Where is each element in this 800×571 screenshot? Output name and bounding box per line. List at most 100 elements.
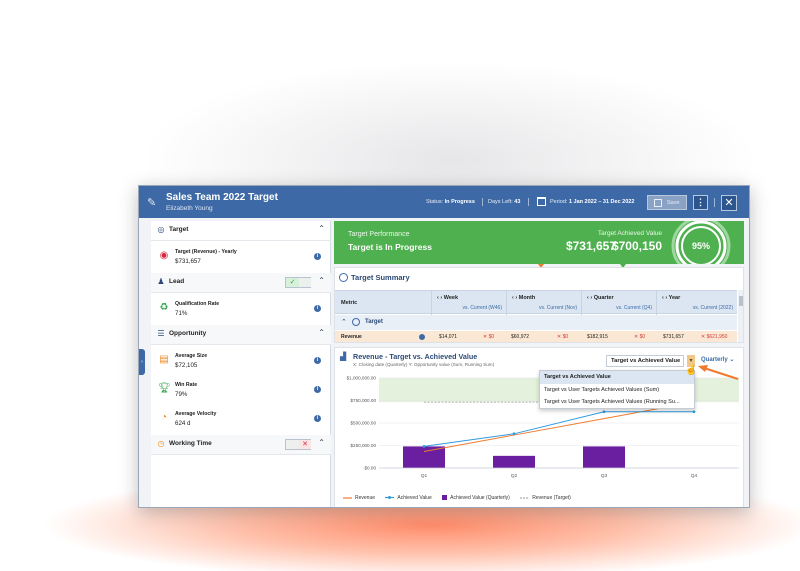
info-icon[interactable]: i <box>314 357 321 364</box>
calendar-icon <box>537 197 546 206</box>
metrics-sidebar: ◎ Target ⌃ ◉ Target (Revenue) - Yearly $… <box>151 221 331 507</box>
sidebar-item-average-velocity[interactable]: ◔ Average Velocity 624 d i <box>151 405 331 433</box>
x-tick-label: Q2 <box>511 473 518 479</box>
chevron-up-icon[interactable]: ⌃ <box>318 276 325 285</box>
average-size-icon: ▤ <box>159 354 169 365</box>
save-button[interactable]: Save <box>647 195 687 210</box>
summary-group-row[interactable]: ⌃ Target <box>335 315 737 330</box>
arrows-icon: ‹ › <box>662 295 669 301</box>
sidebar-collapse-tab[interactable]: › <box>139 349 145 375</box>
section-opportunity[interactable]: ☰ Opportunity ⌃ <box>151 325 331 345</box>
qualification-icon: ♻ <box>159 302 169 313</box>
target-summary-icon <box>339 273 348 282</box>
column-month[interactable]: ‹ › Month vs. Current (Nov) <box>506 291 581 315</box>
column-year[interactable]: ‹ › Year vs. Current (2022) <box>656 291 737 315</box>
section-lead[interactable]: ♟ Lead ✓ ⌃ <box>151 273 331 293</box>
period-meta: Period: 1 Jan 2022 – 31 Dec 2022 <box>550 199 635 205</box>
status-value: In Progress <box>444 199 475 205</box>
info-icon[interactable]: i <box>314 386 321 393</box>
summary-title: Target Summary <box>351 273 410 282</box>
callout-arrow <box>698 365 739 381</box>
info-icon[interactable]: i <box>314 415 321 422</box>
chart-view-select[interactable]: Target vs Achieved Value <box>606 355 684 367</box>
lead-toggle[interactable]: ✓ <box>285 277 311 288</box>
legend-achieved-value: Achieved Value <box>385 495 432 501</box>
section-target[interactable]: ◎ Target ⌃ <box>151 221 331 241</box>
working-time-toggle[interactable]: ✕ <box>285 439 311 450</box>
cross-icon: ✕ <box>299 440 311 449</box>
period-value: 1 Jan 2022 – 31 Dec 2022 <box>568 199 635 205</box>
chevron-up-icon[interactable]: ⌃ <box>318 328 325 337</box>
legend-achieved-quarterly: Achieved Value (Quarterly) <box>442 495 510 501</box>
arrows-icon: ‹ › <box>512 295 519 301</box>
revenue-chart-panel: ▟ Revenue - Target vs. Achieved Value X:… <box>334 347 744 507</box>
lead-icon: ♟ <box>157 277 165 286</box>
main-panel: Target Performance Target is In Progress… <box>334 221 744 507</box>
sidebar-item-win-rate[interactable]: 🏆︎ Win Rate 79% i <box>151 376 331 404</box>
period-select[interactable]: Quarterly ⌄ <box>701 356 734 363</box>
info-icon[interactable] <box>419 334 425 340</box>
y-tick-label: $0.00 <box>365 466 377 471</box>
performance-status: Target is In Progress <box>348 242 432 252</box>
trophy-icon: 🏆︎ <box>158 383 171 394</box>
window-title: Sales Team 2022 Target <box>166 192 278 203</box>
header-separator <box>714 198 715 207</box>
y-tick-label: $1,000,000.00 <box>347 376 377 381</box>
delta-month: ✕ $0 <box>557 334 569 340</box>
x-tick-label: Q3 <box>601 473 608 479</box>
close-button[interactable]: ✕ <box>721 195 737 211</box>
legend-revenue: Revenue <box>343 495 376 501</box>
summary-scrollbar[interactable] <box>738 290 743 342</box>
chevron-up-icon[interactable]: ⌃ <box>318 438 325 447</box>
column-week[interactable]: ‹ › Week vs. Current (W46) <box>431 291 506 315</box>
list-icon: ☰ <box>157 329 165 338</box>
delta-week: ✕ $0 <box>483 334 495 340</box>
sidebar-item-target-revenue[interactable]: ◉ Target (Revenue) - Yearly $731,657 i <box>151 243 331 271</box>
column-quarter[interactable]: ‹ › Quarter vs. Current (Q4) <box>581 291 656 315</box>
section-working-time[interactable]: ◷ Working Time ✕ ⌃ <box>151 435 331 455</box>
screenshot-stage: ✎ Sales Team 2022 Target Elizabeth Young… <box>0 0 800 571</box>
arrows-icon: ‹ › <box>437 295 444 301</box>
velocity-icon: ◔ <box>160 412 168 423</box>
sidebar-item-average-size[interactable]: ▤ Average Size $72,105 i <box>151 347 331 375</box>
arrows-icon: ‹ › <box>587 295 594 301</box>
menu-item-user-targets-running[interactable]: Target vs User Targets Achieved Values (… <box>540 396 694 409</box>
line-achieved-value <box>423 411 694 447</box>
scrollbar-thumb[interactable] <box>739 296 743 306</box>
check-icon: ✓ <box>286 278 299 287</box>
point-achieved-value <box>422 445 426 448</box>
achieved-label: Achieved Value <box>617 230 662 237</box>
progress-ring: 95% <box>671 221 731 264</box>
target-summary-panel: Target Summary Metric ‹ › Week vs. Curren… <box>334 267 744 343</box>
y-tick-label: $500,000.00 <box>350 421 376 426</box>
status-meta: Status: In Progress <box>426 199 475 205</box>
toggle-empty <box>286 440 299 449</box>
clock-icon: ◷ <box>157 439 165 448</box>
cross-icon <box>299 278 311 287</box>
target-performance-banner: Target Performance Target is In Progress… <box>334 221 744 264</box>
target-window: ✎ Sales Team 2022 Target Elizabeth Young… <box>138 185 750 508</box>
bullseye-icon: ◉ <box>159 250 169 261</box>
info-icon[interactable]: i <box>314 253 321 260</box>
chart-legend: Revenue Achieved Value Achieved Value (Q… <box>343 495 580 505</box>
menu-item-user-targets-sum[interactable]: Target vs User Targets Achieved Values (… <box>540 384 694 397</box>
delta-quarter: ✕ $0 <box>634 334 646 340</box>
x-tick-label: Q1 <box>421 473 428 479</box>
point-achieved-value <box>692 410 696 414</box>
y-tick-label: $750,000.00 <box>350 398 376 403</box>
chevron-up-icon[interactable]: ⌃ <box>318 224 325 233</box>
y-tick-label: $250,000.00 <box>350 443 376 448</box>
bar-achieved-quarterly <box>403 446 445 468</box>
x-tick-label: Q4 <box>691 473 698 479</box>
legend-revenue-target: Revenue (Target) <box>520 495 571 501</box>
summary-table-header: Metric ‹ › Week vs. Current (W46) ‹ › Mon… <box>335 290 737 315</box>
info-icon[interactable]: i <box>314 305 321 312</box>
days-left-value: 43 <box>514 199 521 205</box>
sidebar-item-qualification-rate[interactable]: ♻ Qualification Rate 71% i <box>151 295 331 323</box>
more-options-button[interactable]: ⋮ <box>693 195 708 210</box>
menu-item-target-vs-achieved[interactable]: Target vs Achieved Value <box>540 371 694 384</box>
progress-percent: 95% <box>692 241 710 251</box>
target-icon: ◎ <box>157 225 165 234</box>
chevron-up-icon[interactable]: ⌃ <box>341 318 347 326</box>
point-achieved-value <box>512 432 516 436</box>
